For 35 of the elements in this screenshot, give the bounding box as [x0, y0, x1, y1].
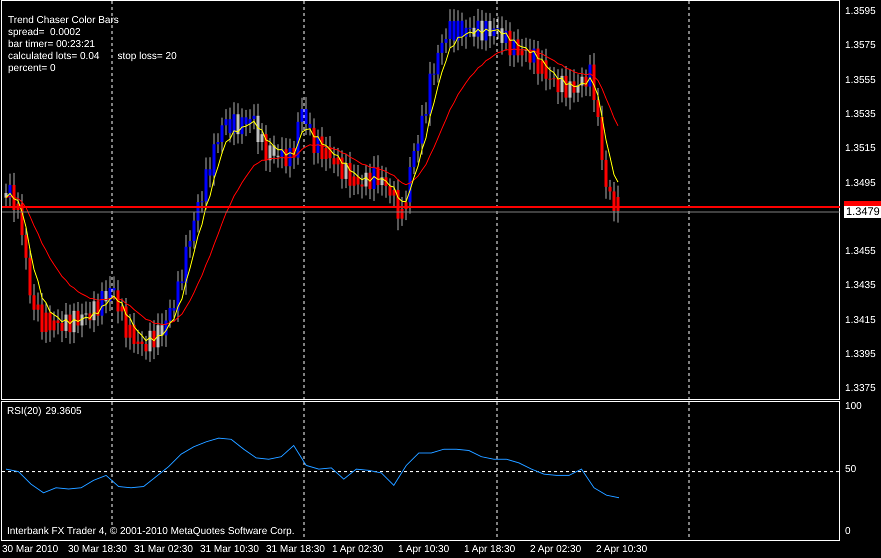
price-tick-label: 1.3495 — [845, 178, 876, 190]
rsi-name: RSI(20) — [7, 406, 42, 417]
time-label: 31 Mar 10:30 — [199, 544, 260, 555]
time-label: 31 Mar 02:30 — [133, 544, 194, 555]
price-tick-label: 1.3375 — [845, 383, 876, 396]
time-label: 31 Mar 18:30 — [265, 544, 326, 555]
copyright-text: Interbank FX Trader 4, © 2001-2010 MetaQuotes Software Corp. — [7, 526, 295, 537]
price-tick-label: 1.3555 — [845, 74, 876, 87]
indicator-text: spread= 0.0002 — [8, 27, 81, 39]
indicator-text: stop loss= 20 — [117, 51, 177, 63]
time-label: 2 Apr 02:30 — [529, 544, 582, 555]
time-label: 1 Apr 18:30 — [463, 544, 516, 555]
rsi-tick-label: 50 — [845, 464, 856, 476]
indicator-text: percent= 0 — [8, 63, 56, 75]
time-label: 30 Mar 2010 — [1, 544, 60, 555]
time-label: 30 Mar 18:30 — [67, 544, 128, 555]
price-tick-label: 1.3395 — [845, 349, 876, 361]
price-tick-label: 1.3535 — [845, 108, 876, 121]
time-label: 1 Apr 10:30 — [397, 544, 450, 555]
price-tick-label: 1.3595 — [845, 6, 876, 18]
rsi-value: 29.3605 — [45, 406, 82, 417]
ask-price-marker — [844, 201, 881, 206]
price-tick-label: 1.3515 — [845, 143, 876, 156]
price-tick-label: 1.3455 — [845, 246, 876, 258]
price-tick-label: 1.3435 — [845, 280, 876, 292]
rsi-tick-label: 0 — [845, 526, 851, 538]
indicator-text: Trend Chaser Color Bars — [8, 15, 119, 27]
time-label: 2 Apr 10:30 — [595, 544, 648, 555]
price-tick-label: 1.3575 — [845, 40, 876, 52]
price-tick-label: 1.3415 — [845, 314, 876, 327]
indicator-text: bar timer= 00:23:21 — [8, 39, 95, 51]
indicator-text: calculated lots= 0.04 — [8, 51, 100, 63]
time-label: 1 Apr 02:30 — [331, 544, 384, 555]
bid-price-label: 1.3479 — [844, 206, 881, 218]
rsi-tick-label: 100 — [845, 401, 862, 414]
